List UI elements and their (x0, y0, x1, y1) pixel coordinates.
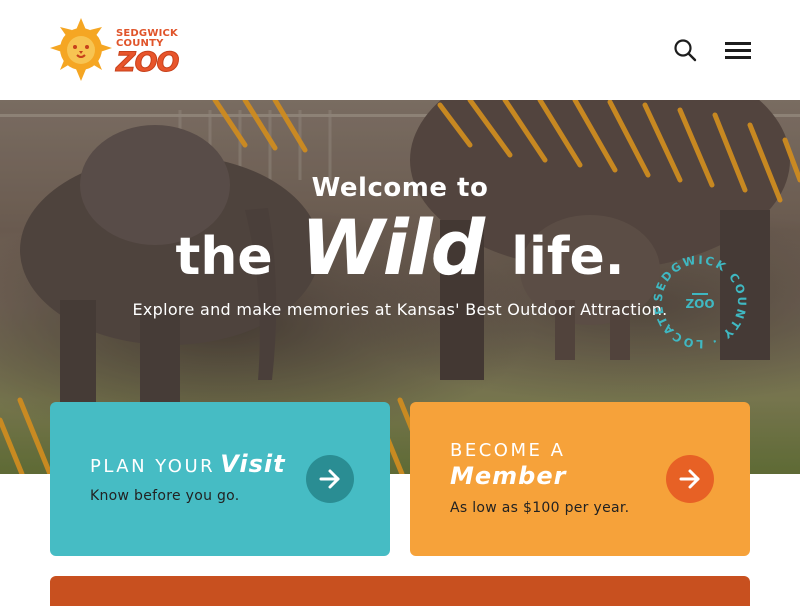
menu-bar-icon (725, 49, 751, 52)
arrow-right-icon (679, 469, 700, 489)
member-card-emphasis: Member (450, 462, 567, 490)
hero-title-after: life. (511, 227, 625, 287)
member-card-eyebrow: BECOME A (450, 440, 566, 461)
menu-bar-icon (725, 42, 751, 45)
hamburger-menu-button[interactable] (725, 39, 751, 61)
search-icon (674, 39, 697, 62)
next-section-banner (50, 576, 750, 606)
site-header: SEDGWICK COUNTY ZOO (0, 0, 800, 100)
visit-card-subtitle: Know before you go. (90, 488, 240, 504)
arrow-right-icon (319, 469, 340, 489)
plan-your-visit-card[interactable]: PLAN YOUR Visit Know before you go. (50, 402, 390, 556)
search-button[interactable] (673, 38, 697, 62)
visit-card-heading: PLAN YOUR Visit (90, 450, 286, 478)
lion-sun-logo-icon (50, 18, 112, 81)
hero-title-before: the (175, 227, 273, 287)
hero-kicker: Welcome to (311, 173, 489, 203)
visit-arrow-button[interactable] (306, 455, 354, 503)
member-arrow-button[interactable] (666, 455, 714, 503)
menu-bar-icon (725, 56, 751, 59)
hero-title-wild: Wild (300, 203, 485, 292)
visit-card-eyebrow: PLAN YOUR (90, 456, 216, 477)
location-badge-icon: SEDGWICK COUNTY · LOCATED IN WICHITA, KA… (648, 250, 747, 351)
member-card-subtitle: As low as $100 per year. (450, 500, 630, 516)
visit-card-emphasis: Visit (220, 450, 286, 478)
zoo-logo[interactable]: SEDGWICK COUNTY ZOO (50, 18, 182, 82)
logo-text-zoo: ZOO (115, 47, 180, 78)
badge-center-text: ZOO (685, 297, 714, 311)
become-a-member-card[interactable]: BECOME A Member As low as $100 per year. (410, 402, 750, 556)
